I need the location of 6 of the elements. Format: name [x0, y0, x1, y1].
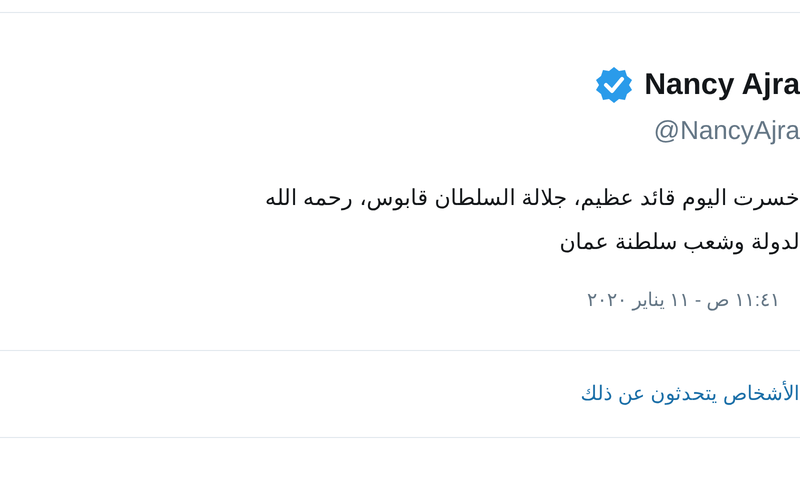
tweet-text-line: خسرت اليوم قائد عظيم، جلالة السلطان قابوس، رحمه الله [265, 184, 800, 212]
people-talking-link[interactable]: الأشخاص يتحدثون عن ذلك [580, 378, 800, 408]
author-name[interactable]: Nancy Ajra [644, 70, 800, 100]
author-handle[interactable]: @NancyAjra [654, 117, 800, 143]
tweet-timestamp[interactable]: ١١:٤١ ص - ١١ يناير ٢٠٢٠ [586, 287, 780, 316]
tweet-text-line: لدولة وشعب سلطنة عمان [560, 228, 800, 256]
